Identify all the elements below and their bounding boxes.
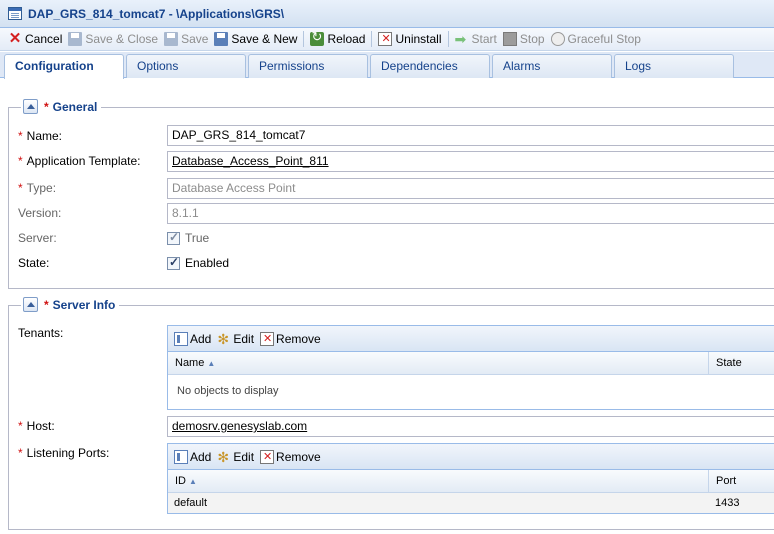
type-label: * Type: [18, 181, 57, 195]
port-number-cell: 1433 [715, 497, 740, 509]
type-field: Database Access Point [167, 178, 774, 199]
state-enabled-checkbox[interactable] [167, 255, 180, 270]
edit-gear-icon: ✻ [217, 330, 230, 347]
tab-options[interactable]: Options [126, 54, 246, 78]
tenants-col-name[interactable]: Name ▲ [168, 352, 709, 374]
tenants-grid-header: Name ▲ State [168, 352, 774, 375]
port-id-cell: default [174, 497, 208, 509]
save-button[interactable]: Save [164, 32, 208, 46]
reload-icon [310, 29, 325, 46]
listening-ports-label: * Listening Ports: [18, 446, 110, 460]
window-titlebar: DAP_GRS_814_tomcat7 - \Applications\GRS\ [0, 0, 774, 28]
server-label: Server: [18, 231, 57, 245]
toolbar-separator [303, 31, 305, 47]
remove-icon [260, 449, 275, 464]
tenants-grid-toolbar: Add ✻ Edit Remove [168, 326, 774, 352]
toolbar-separator [371, 31, 373, 47]
remove-icon [260, 331, 275, 346]
add-icon [174, 331, 188, 346]
main-toolbar: ✕ Cancel Save & Close Save Save & New Re… [0, 28, 774, 51]
collapse-server-info-button[interactable] [23, 297, 38, 312]
tab-permissions[interactable]: Permissions [248, 54, 368, 78]
collapse-general-button[interactable] [23, 99, 38, 114]
version-label: Version: [18, 206, 62, 220]
tab-configuration[interactable]: Configuration [4, 54, 124, 79]
tenants-remove-button[interactable]: Remove [260, 331, 321, 346]
ports-edit-button[interactable]: ✻ Edit [217, 450, 254, 464]
stop-button[interactable]: Stop [502, 32, 545, 46]
server-checkbox [167, 230, 180, 245]
start-arrow-icon: ➡ [454, 31, 467, 47]
ports-remove-button[interactable]: Remove [260, 449, 321, 464]
tab-strip: Configuration Options Permissions Depend… [0, 52, 774, 79]
server-checkbox-row: True [167, 230, 209, 245]
edit-gear-icon: ✻ [217, 448, 230, 465]
tenants-empty-text: No objects to display [177, 385, 279, 397]
listening-ports-grid: Add ✻ Edit Remove ID▲ Port default 1433 [167, 443, 774, 514]
ports-grid-toolbar: Add ✻ Edit Remove [168, 444, 774, 470]
tab-alarms[interactable]: Alarms [492, 54, 612, 78]
cancel-button[interactable]: ✕ Cancel [8, 30, 63, 47]
state-label: State: [18, 256, 50, 270]
toolbar-separator [447, 31, 449, 47]
graceful-stop-icon [550, 32, 565, 46]
uninstall-button[interactable]: Uninstall [378, 32, 442, 46]
save-new-icon [214, 32, 229, 46]
server-info-legend: * Server Info [21, 297, 120, 312]
add-icon [174, 449, 188, 464]
host-label: * Host: [18, 419, 55, 433]
tenants-grid: Add ✻ Edit Remove Name▲ State No objects… [167, 325, 774, 410]
application-template-link[interactable]: Database_Access_Point_811 [167, 151, 774, 172]
general-legend: * General [21, 99, 102, 114]
ports-col-port[interactable]: Port [709, 470, 774, 492]
application-template-label: * Application Template: [18, 154, 141, 168]
name-label: * Name: [18, 129, 63, 143]
stop-icon [502, 32, 517, 46]
table-row[interactable]: default 1433 [168, 493, 774, 513]
name-field[interactable]: DAP_GRS_814_tomcat7 [167, 125, 774, 146]
state-checkbox-row[interactable]: Enabled [167, 255, 229, 270]
tenants-col-state[interactable]: State [709, 352, 774, 374]
graceful-stop-button[interactable]: Graceful Stop [550, 32, 641, 46]
tenants-edit-button[interactable]: ✻ Edit [217, 332, 254, 346]
tab-dependencies[interactable]: Dependencies [370, 54, 490, 78]
version-field: 8.1.1 [167, 203, 774, 224]
save-new-button[interactable]: Save & New [214, 32, 297, 46]
tab-logs[interactable]: Logs [614, 54, 734, 78]
ports-grid-header: ID ▲ Port [168, 470, 774, 493]
window-icon [8, 7, 22, 20]
ports-add-button[interactable]: Add [174, 449, 211, 464]
save-icon [164, 32, 179, 46]
uninstall-icon [378, 32, 393, 46]
reload-button[interactable]: Reload [310, 29, 365, 46]
save-close-icon [68, 32, 83, 46]
cancel-icon: ✕ [8, 30, 22, 47]
ports-col-id[interactable]: ID ▲ [168, 470, 709, 492]
save-close-button[interactable]: Save & Close [68, 32, 158, 46]
start-button[interactable]: ➡ Start [455, 32, 497, 46]
tenants-label: Tenants: [18, 326, 64, 340]
host-link[interactable]: demosrv.genesyslab.com [167, 416, 774, 437]
sort-asc-icon: ▲ [207, 359, 216, 368]
window-title: DAP_GRS_814_tomcat7 - \Applications\GRS\ [28, 6, 285, 21]
sort-asc-icon: ▲ [189, 477, 197, 486]
tenants-add-button[interactable]: Add [174, 331, 211, 346]
